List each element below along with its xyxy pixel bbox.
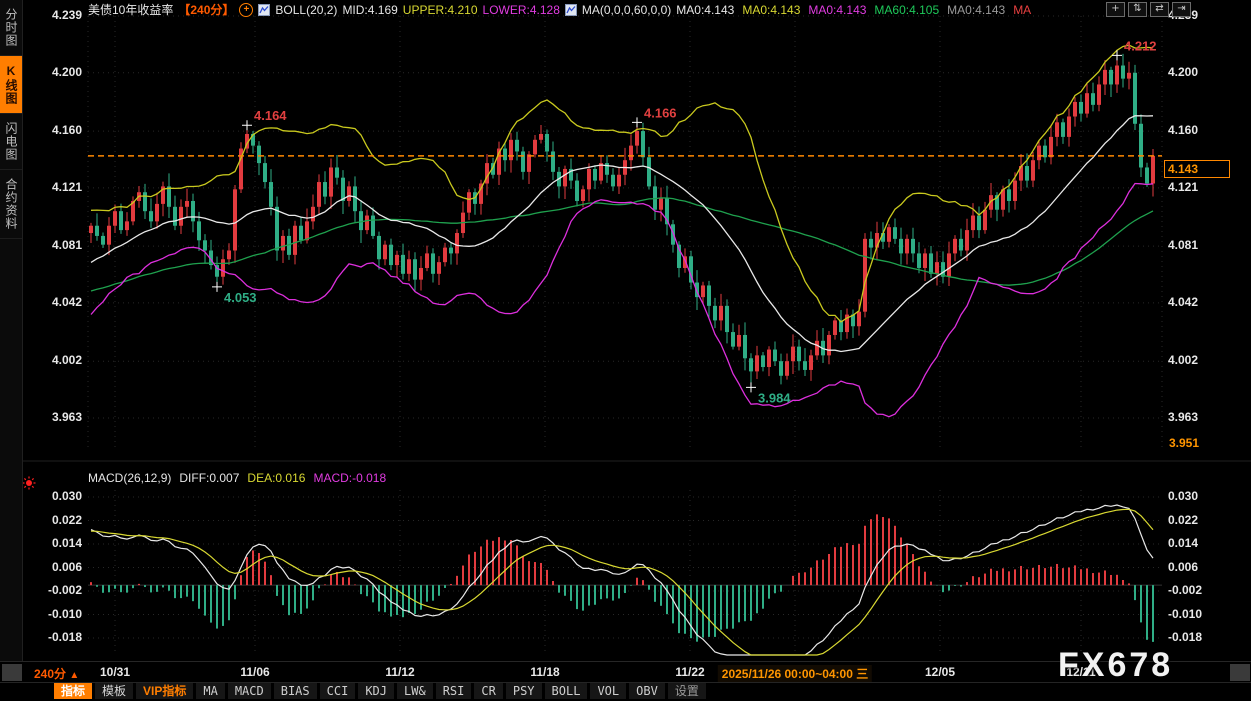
price-tick-right: 4.200 xyxy=(1168,65,1198,79)
toolbar-item[interactable]: VOL xyxy=(590,683,626,699)
macd-tick-right: 0.030 xyxy=(1168,489,1198,503)
toolbar-item[interactable]: 指标 xyxy=(54,683,92,699)
toolbar-item[interactable]: RSI xyxy=(436,683,472,699)
ma-value: MA60:4.105 xyxy=(874,3,939,17)
axis-low-badge: 3.951 xyxy=(1166,436,1202,450)
date-label: 11/06 xyxy=(240,665,269,679)
price-tick-right: 4.121 xyxy=(1168,180,1198,194)
macd-tick-left: 0.006 xyxy=(30,560,82,574)
price-tick-left: 4.002 xyxy=(30,353,82,367)
price-tick-left: 4.121 xyxy=(30,180,82,194)
price-tick-right: 4.081 xyxy=(1168,238,1198,252)
ma-values: MA0:4.143 MA0:4.143 MA0:4.143 MA60:4.105 MA0… xyxy=(676,3,1031,17)
ma-value: MA0:4.143 xyxy=(808,3,866,17)
date-label: 11/12 xyxy=(385,665,414,679)
macd-tick-right: 0.006 xyxy=(1168,560,1198,574)
fx678-watermark: FX678 xyxy=(1058,646,1173,685)
alert-icon[interactable] xyxy=(22,476,36,490)
price-tick-left: 4.081 xyxy=(30,238,82,252)
macd-tick-left: -0.010 xyxy=(30,607,82,621)
macd-tick-right: -0.002 xyxy=(1168,583,1202,597)
toolbar-item[interactable]: OBV xyxy=(629,683,665,699)
macd-tick-left: 0.022 xyxy=(30,513,82,527)
ma-value: MA0:4.143 xyxy=(947,3,1005,17)
chart-canvas[interactable]: 4.164 4.053 4.166 3.984 4.212 xyxy=(0,0,1251,699)
ma-value: MA xyxy=(1013,3,1031,17)
axis-corner-right xyxy=(1230,664,1250,681)
scale-x-icon[interactable]: ⇄ xyxy=(1150,2,1169,17)
date-label: 10/31 xyxy=(100,665,130,679)
toolbar-item[interactable]: KDJ xyxy=(358,683,394,699)
macd-tick-left: -0.002 xyxy=(30,583,82,597)
boll-upper-value: UPPER:4.210 xyxy=(403,3,478,17)
scale-y-icon[interactable]: ⇅ xyxy=(1128,2,1147,17)
toolbar-item[interactable]: 模板 xyxy=(95,683,133,699)
toolbar-item[interactable]: CCI xyxy=(320,683,356,699)
chart-tool-icons: +⇅⇄⇥ xyxy=(1106,2,1191,17)
boll-lower-value: LOWER:4.128 xyxy=(483,3,560,17)
boll-chart-icon xyxy=(258,4,270,16)
macd-diff-value: DIFF:0.007 xyxy=(179,471,239,485)
toolbar-item[interactable]: 设置 xyxy=(668,683,706,699)
macd-tick-left: -0.018 xyxy=(30,630,82,644)
chart-header: 美债10年收益率 【240分】 + BOLL(20,2) MID:4.169 U… xyxy=(88,1,1031,18)
price-tick-right: 4.160 xyxy=(1168,123,1198,137)
toolbar-item[interactable]: CR xyxy=(474,683,502,699)
macd-tick-right: 0.022 xyxy=(1168,513,1198,527)
symbol-title: 美债10年收益率 xyxy=(88,1,173,18)
price-tick-left: 4.239 xyxy=(30,8,82,22)
macd-tick-right: 0.014 xyxy=(1168,536,1198,550)
macd-macd-value: MACD:-0.018 xyxy=(313,471,386,485)
macd-header: MACD(26,12,9) DIFF:0.007 DEA:0.016 MACD:… xyxy=(88,471,386,485)
toolbar-item[interactable]: LW& xyxy=(397,683,433,699)
ma-value: MA0:4.143 xyxy=(742,3,800,17)
sidebar-tab[interactable]: 合约资料 xyxy=(0,170,22,239)
toolbar-item[interactable]: BIAS xyxy=(274,683,317,699)
crosshair-date-label: 2025/11/26 00:00~04:00 三 xyxy=(718,665,872,682)
toolbar-item[interactable]: MACD xyxy=(228,683,271,699)
current-price-badge: 4.143 xyxy=(1164,160,1230,178)
pan-right-icon[interactable]: ⇥ xyxy=(1172,2,1191,17)
crosshair-icon[interactable]: + xyxy=(1106,2,1125,17)
svg-text:4.164: 4.164 xyxy=(254,108,287,123)
period-label: 【240分】 xyxy=(178,1,234,18)
ma-value: MA0:4.143 xyxy=(676,3,734,17)
date-label: 11/18 xyxy=(530,665,559,679)
sidebar: 分时图K线图闪电图合约资料 xyxy=(0,0,23,661)
ma-chart-icon xyxy=(565,4,577,16)
svg-text:4.212: 4.212 xyxy=(1124,38,1157,53)
toolbar-item[interactable]: VIP指标 xyxy=(136,683,193,699)
macd-tick-right: -0.010 xyxy=(1168,607,1202,621)
price-tick-left: 4.042 xyxy=(30,295,82,309)
price-tick-left: 3.963 xyxy=(30,410,82,424)
macd-tick-left: 0.030 xyxy=(30,489,82,503)
price-tick-left: 4.200 xyxy=(30,65,82,79)
boll-mid-value: MID:4.169 xyxy=(342,3,397,17)
add-indicator-icon[interactable]: + xyxy=(239,3,253,17)
sidebar-tab[interactable]: K线图 xyxy=(0,56,22,114)
price-tick-right: 3.963 xyxy=(1168,410,1198,424)
svg-text:4.166: 4.166 xyxy=(644,105,677,120)
macd-dea-value: DEA:0.016 xyxy=(247,471,305,485)
sidebar-tab[interactable]: 闪电图 xyxy=(0,114,22,170)
macd-params-label: MACD(26,12,9) xyxy=(88,471,171,485)
date-label: 11/22 xyxy=(675,665,704,679)
boll-label: BOLL(20,2) xyxy=(275,3,337,17)
trading-app-window: 4.1644.0534.1663.9844.212 分时图K线图闪电图合约资料 … xyxy=(0,0,1251,699)
macd-tick-right: -0.018 xyxy=(1168,630,1202,644)
macd-tick-left: 0.014 xyxy=(30,536,82,550)
sidebar-tab[interactable]: 分时图 xyxy=(0,0,22,56)
toolbar-item[interactable]: MA xyxy=(196,683,224,699)
toolbar-item[interactable]: BOLL xyxy=(545,683,588,699)
svg-text:3.984: 3.984 xyxy=(758,390,791,405)
price-tick-right: 4.042 xyxy=(1168,295,1198,309)
toolbar-item[interactable]: PSY xyxy=(506,683,542,699)
price-tick-right: 4.002 xyxy=(1168,353,1198,367)
date-label: 12/05 xyxy=(925,665,955,679)
ma-params-label: MA(0,0,0,60,0,0) xyxy=(582,3,671,17)
svg-text:4.053: 4.053 xyxy=(224,290,257,305)
price-tick-left: 4.160 xyxy=(30,123,82,137)
